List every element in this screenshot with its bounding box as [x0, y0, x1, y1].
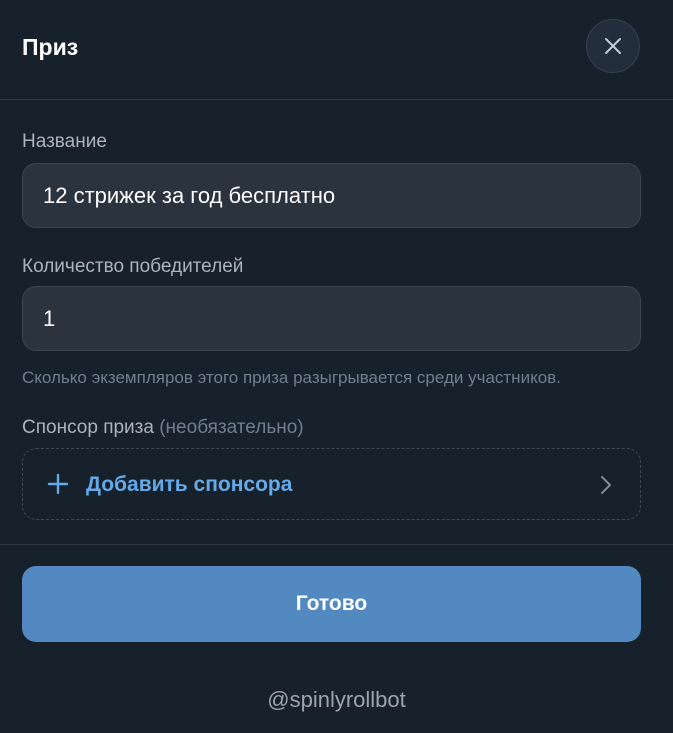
plus-icon: [47, 473, 69, 495]
modal-title: Приз: [22, 34, 79, 60]
close-button[interactable]: [586, 19, 640, 73]
sponsor-label-text: Спонсор приза: [22, 417, 154, 438]
bot-handle: @spinlyrollbot: [267, 687, 406, 712]
footer-divider: [0, 544, 673, 545]
chevron-right-icon: [601, 476, 611, 494]
done-button[interactable]: Готово: [22, 566, 641, 642]
name-label: Название: [22, 131, 107, 152]
add-sponsor-label: Добавить спонсора: [86, 473, 293, 496]
modal-header: Приз: [0, 0, 673, 100]
close-icon: [605, 38, 621, 54]
name-field[interactable]: 12 стрижек за год бесплатно: [22, 163, 641, 228]
winners-count-value: 1: [43, 306, 56, 331]
add-sponsor-button[interactable]: Добавить спонсора: [22, 448, 641, 520]
winners-count-label: Количество победителей: [22, 256, 244, 277]
name-field-value: 12 стрижек за год бесплатно: [43, 183, 336, 208]
winners-count-hint: Сколько экземпляров этого приза разыгрыв…: [22, 368, 561, 387]
sponsor-label: Спонсор приза (необязательно): [22, 417, 304, 439]
sponsor-optional-note: (необязательно): [159, 417, 304, 438]
prize-modal: Приз Название 12 стрижек за год бесплатн…: [0, 0, 673, 733]
winners-count-field[interactable]: 1: [22, 286, 641, 351]
